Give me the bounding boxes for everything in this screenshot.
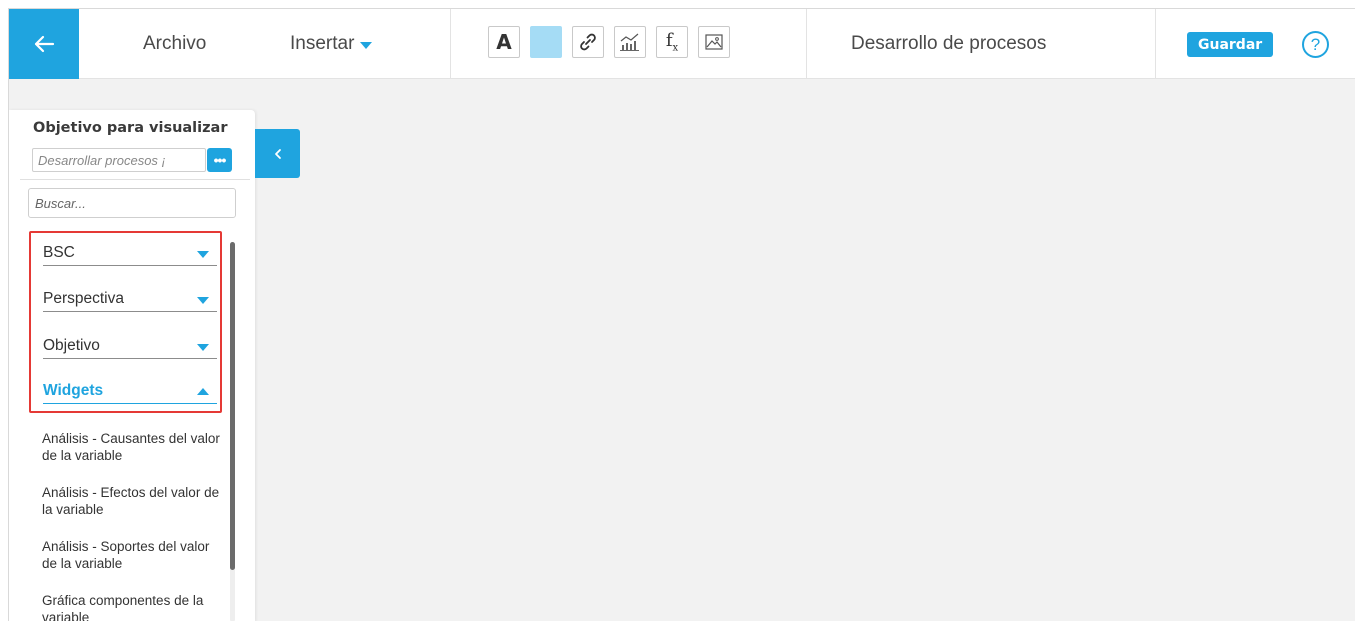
scrollbar-thumb[interactable]: [230, 242, 235, 570]
category-label: BSC: [43, 244, 75, 261]
category-label: Widgets: [43, 382, 104, 399]
panel-title: Objetivo para visualizar: [33, 120, 228, 136]
insert-tools: A fx: [488, 26, 730, 58]
file-menu[interactable]: Archivo: [143, 9, 206, 79]
caret-down-icon: [197, 297, 209, 304]
formula-button[interactable]: fx: [656, 26, 688, 58]
insert-menu[interactable]: Insertar: [290, 9, 373, 79]
image-button[interactable]: [698, 26, 730, 58]
objective-field[interactable]: Desarrollar procesos ¡: [32, 148, 206, 172]
widget-item[interactable]: Análisis - Soportes del valor de la vari…: [42, 538, 222, 572]
caret-down-icon: [197, 251, 209, 258]
category-label: Perspectiva: [43, 290, 124, 307]
toolbar-divider: [450, 9, 451, 79]
help-icon[interactable]: ?: [1302, 31, 1329, 58]
text-icon: A: [496, 30, 512, 54]
app-frame: Archivo Insertar A fx Desarrollo de proc…: [8, 8, 1355, 621]
toolbar-divider: [1155, 9, 1156, 79]
fill-color-button[interactable]: [530, 26, 562, 58]
text-tool-button[interactable]: A: [488, 26, 520, 58]
widget-item[interactable]: Análisis - Efectos del valor de la varia…: [42, 484, 222, 518]
panel-divider: [20, 179, 250, 180]
fx-letter: f: [665, 30, 673, 52]
chevron-left-icon: [274, 148, 281, 159]
top-toolbar: Archivo Insertar A fx Desarrollo de proc…: [9, 9, 1355, 79]
image-icon: [705, 34, 723, 50]
arrow-left-icon: [34, 35, 55, 53]
widget-panel: Objetivo para visualizar Desarrollar pro…: [9, 110, 255, 621]
widget-item[interactable]: Análisis - Causantes del valor de la var…: [42, 430, 222, 464]
link-icon: [580, 33, 596, 51]
caret-up-icon: [197, 388, 209, 395]
insert-menu-label: Insertar: [290, 33, 355, 54]
category-highlight: BSC Perspectiva Objetivo Widgets: [29, 231, 222, 413]
chart-icon: [620, 33, 639, 51]
back-button[interactable]: [9, 9, 79, 79]
category-objetivo[interactable]: Objetivo: [43, 335, 217, 359]
fx-subscript: x: [672, 42, 679, 54]
category-bsc[interactable]: BSC: [43, 242, 217, 266]
document-title: Desarrollo de procesos: [851, 33, 1047, 54]
category-widgets[interactable]: Widgets: [43, 380, 217, 404]
toolbar-divider: [806, 9, 807, 79]
link-button[interactable]: [572, 26, 604, 58]
search-input[interactable]: Buscar...: [28, 188, 236, 218]
category-label: Objetivo: [43, 337, 100, 354]
chart-button[interactable]: [614, 26, 646, 58]
collapse-panel-button[interactable]: [255, 129, 300, 178]
function-icon: fx: [666, 30, 678, 54]
category-perspectiva[interactable]: Perspectiva: [43, 288, 217, 312]
save-button[interactable]: Guardar: [1187, 32, 1274, 57]
caret-down-icon: [197, 344, 209, 351]
caret-down-icon: [360, 41, 373, 49]
more-options-button[interactable]: •••: [207, 148, 232, 172]
widget-item[interactable]: Gráfica componentes de la variable: [42, 592, 222, 621]
